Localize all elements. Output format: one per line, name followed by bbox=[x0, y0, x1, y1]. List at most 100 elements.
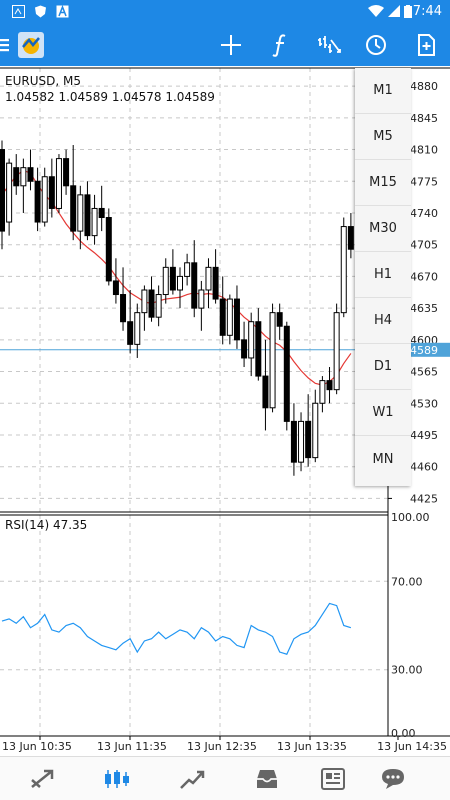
candle-body-bull bbox=[134, 312, 141, 345]
signal-icon bbox=[388, 5, 400, 17]
font-a-icon bbox=[56, 5, 69, 18]
candle-body-bull bbox=[55, 158, 62, 209]
nav-history[interactable] bbox=[237, 757, 297, 800]
candle-body-bull bbox=[184, 262, 191, 277]
candle-body-bull bbox=[269, 312, 276, 409]
price-tick-label: 4810 bbox=[410, 144, 438, 157]
candle-body-bear bbox=[0, 149, 5, 232]
candle-body-bear bbox=[70, 185, 77, 232]
menu-icon bbox=[0, 39, 9, 52]
rsi-label: RSI(14) 47.35 bbox=[5, 518, 88, 532]
app-logo-button[interactable] bbox=[16, 24, 46, 66]
candle bbox=[55, 154, 62, 213]
nav-chat[interactable] bbox=[363, 757, 423, 800]
indicators-f-icon bbox=[272, 34, 286, 57]
candle bbox=[269, 303, 276, 413]
status-time: 17:44 bbox=[404, 4, 442, 19]
price-tick-label: 4670 bbox=[410, 270, 438, 283]
price-tick-label: 4845 bbox=[410, 112, 438, 125]
candle-body-bear bbox=[233, 298, 240, 341]
price-tick-label: 4775 bbox=[410, 175, 438, 188]
timeframe-button[interactable] bbox=[354, 24, 398, 66]
chart-type-icon bbox=[318, 36, 341, 53]
timeframe-mn[interactable]: MN bbox=[355, 436, 411, 482]
candle-body-bear bbox=[84, 194, 91, 237]
timeframe-m15[interactable]: M15 bbox=[355, 160, 411, 206]
candle-body-bear bbox=[290, 420, 297, 463]
candle-body-bull bbox=[198, 289, 205, 309]
price-tick-label: 4530 bbox=[410, 397, 438, 410]
timeframe-h1[interactable]: H1 bbox=[355, 252, 411, 298]
nav-news[interactable] bbox=[303, 757, 363, 800]
candle-body-bear bbox=[98, 207, 105, 219]
candle bbox=[333, 303, 340, 395]
charts-icon bbox=[105, 770, 129, 788]
candle-body-bull bbox=[162, 266, 169, 296]
candle-body-bull bbox=[77, 194, 84, 232]
trade-icon bbox=[180, 770, 205, 789]
candle-body-bear bbox=[276, 312, 283, 327]
price-tick-label: 4705 bbox=[410, 239, 438, 252]
candle-body-bear bbox=[305, 420, 312, 459]
timeframe-d1[interactable]: D1 bbox=[355, 344, 411, 390]
timeframe-menu: M1 M5 M15 M30 H1 H4 D1 W1 MN bbox=[355, 68, 411, 486]
candle-body-bull bbox=[312, 402, 319, 459]
nav-trade[interactable] bbox=[162, 757, 222, 800]
timeframe-m30[interactable]: M30 bbox=[355, 206, 411, 252]
candle-body-bear bbox=[219, 298, 226, 336]
candle bbox=[298, 412, 305, 472]
bottom-navigation bbox=[0, 756, 450, 800]
nav-charts[interactable] bbox=[87, 757, 147, 800]
candle-body-bear bbox=[326, 380, 333, 391]
time-tick-label: 13 Jun 12:35 bbox=[187, 740, 257, 753]
app-logo-icon bbox=[18, 32, 44, 58]
new-order-button[interactable] bbox=[404, 24, 448, 66]
rsi-tick-label: 70.00 bbox=[391, 575, 423, 588]
rsi-tick-label: 100.00 bbox=[391, 511, 430, 524]
candle-body-bull bbox=[298, 420, 305, 463]
candle-body-bull bbox=[6, 162, 13, 223]
candle-body-bull bbox=[340, 226, 347, 314]
candle bbox=[41, 167, 48, 227]
timeframe-m5[interactable]: M5 bbox=[355, 114, 411, 160]
candle-body-bull bbox=[177, 275, 183, 291]
price-tick-label: 4635 bbox=[410, 302, 438, 315]
nav-quotes[interactable] bbox=[12, 757, 72, 800]
candle-body-bear bbox=[148, 289, 155, 318]
chart-toolbar bbox=[0, 24, 450, 66]
candle-body-bear bbox=[34, 180, 41, 223]
rsi-tick-label: 0.00 bbox=[391, 727, 416, 740]
candle-body-bull bbox=[333, 312, 340, 391]
candle-body-bear bbox=[283, 325, 290, 422]
candle-body-bull bbox=[205, 266, 212, 291]
price-tick-label: 4460 bbox=[410, 461, 438, 474]
candle-body-bear bbox=[63, 158, 70, 187]
timeframe-w1[interactable]: W1 bbox=[355, 390, 411, 436]
news-icon bbox=[321, 768, 345, 790]
indicators-button[interactable] bbox=[258, 24, 302, 66]
candle-body-bear bbox=[255, 321, 262, 377]
candle bbox=[283, 321, 290, 431]
wifi-icon bbox=[368, 5, 384, 17]
candle-body-bear bbox=[105, 217, 112, 282]
menu-button[interactable] bbox=[0, 24, 16, 66]
price-tick-label: 4495 bbox=[410, 429, 438, 442]
status-bar: 17:44 bbox=[0, 0, 450, 24]
price-tick-label: 4880 bbox=[410, 80, 438, 93]
candle-body-bear bbox=[191, 262, 198, 309]
crosshair-button[interactable] bbox=[209, 24, 253, 66]
quotes-icon bbox=[31, 769, 54, 788]
candle-body-bull bbox=[319, 380, 326, 404]
candle-body-bear bbox=[241, 339, 248, 359]
price-tick-label: 4565 bbox=[410, 366, 438, 379]
candle-body-bull bbox=[226, 298, 233, 336]
timeframe-m1[interactable]: M1 bbox=[355, 68, 411, 114]
candle-body-bear bbox=[48, 176, 55, 209]
history-icon bbox=[257, 770, 277, 788]
candle-body-bull bbox=[41, 176, 48, 223]
chart-type-button[interactable] bbox=[307, 24, 351, 66]
candle-body-bear bbox=[212, 266, 219, 300]
candle-body-bear bbox=[347, 226, 354, 250]
timeframe-h4[interactable]: H4 bbox=[355, 298, 411, 344]
chart-ohlc: 1.04582 1.04589 1.04578 1.04589 bbox=[5, 90, 215, 104]
